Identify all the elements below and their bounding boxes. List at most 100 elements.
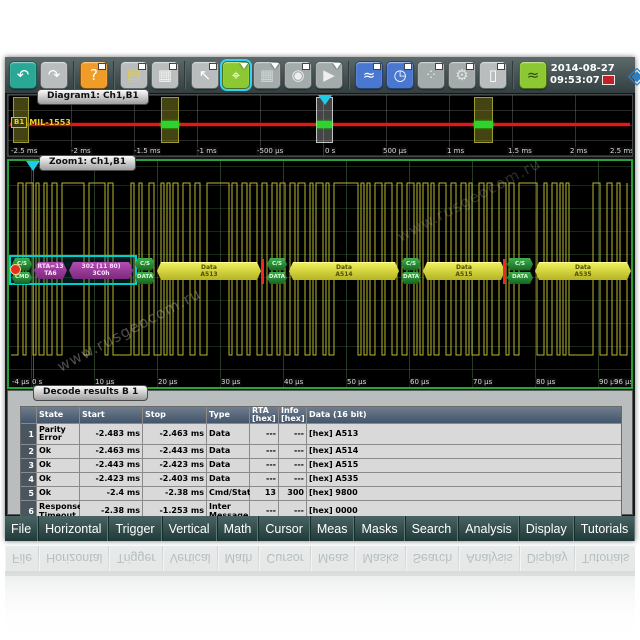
decode-word-line: A515: [455, 272, 472, 279]
layout-button-badge: [271, 63, 279, 69]
axis-tick-label: -4 µs: [11, 378, 30, 386]
fft-button-badge: [373, 63, 381, 70]
table-cell: Ok: [37, 445, 79, 458]
decode-field: C/S: [135, 258, 155, 271]
help-button-badge: [98, 63, 106, 70]
table-cell: -2.483 ms: [80, 424, 142, 444]
reflection-fade: [5, 546, 635, 640]
axis-tick-label: 1.5 ms: [507, 147, 533, 155]
help-button[interactable]: ?: [80, 61, 108, 89]
decode-word-line: TA6: [44, 271, 56, 278]
menu-item-analysis[interactable]: Analysis: [458, 516, 519, 541]
column-header-Start[interactable]: Start: [80, 407, 142, 423]
table-cell: 5: [21, 487, 36, 500]
column-header-RTA [hex][interactable]: RTA [hex]: [250, 407, 278, 423]
column-header-Info [hex][interactable]: Info [hex]: [279, 407, 306, 423]
record-indicator-icon: [602, 75, 615, 85]
decode-word-A514: DataA514: [289, 262, 399, 280]
delete-button-badge: [497, 63, 505, 70]
table-cell: -2.463 ms: [143, 424, 206, 444]
delete-button[interactable]: ▯: [479, 61, 507, 89]
undo-button[interactable]: ↶: [9, 61, 37, 89]
table-cell: 13: [250, 487, 278, 500]
menu-item-meas[interactable]: Meas: [310, 516, 355, 541]
table-cell: 300: [279, 487, 306, 500]
bus-signal-label: B1 MIL-1553: [11, 117, 71, 128]
table-cell: -2.423 ms: [80, 473, 142, 486]
column-header-Data (16 bit)[interactable]: Data (16 bit): [307, 407, 621, 423]
bus-activity-burst: [474, 121, 493, 128]
column-header-Type[interactable]: Type: [207, 407, 249, 423]
menu-item-cursor[interactable]: Cursor: [258, 516, 310, 541]
menu-item-vertical[interactable]: Vertical: [162, 516, 217, 541]
table-cell: -2.403 ms: [143, 473, 206, 486]
table-cell: ---: [250, 473, 278, 486]
decode-sync-marker: C/SDATA: [135, 258, 155, 284]
cursor-button[interactable]: ↖: [191, 61, 219, 89]
gears-button[interactable]: ⚙: [448, 61, 476, 89]
screenshot-button[interactable]: ◉: [284, 61, 312, 89]
menu-item-horizontal[interactable]: Horizontal: [38, 516, 108, 541]
table-cell: Ok: [37, 473, 79, 486]
menu-item-search[interactable]: Search: [405, 516, 459, 541]
decode-error-tick: [503, 259, 506, 284]
play-button[interactable]: ▶: [315, 61, 343, 89]
table-cell: [hex] A535: [307, 473, 621, 486]
table-cell: -2.443 ms: [143, 445, 206, 458]
users-button[interactable]: ⁘: [417, 61, 445, 89]
trigger-marker-icon[interactable]: [26, 161, 40, 171]
diagram-zoom-region[interactable]: [474, 97, 493, 143]
table-cell: ---: [250, 445, 278, 458]
column-header-Stop[interactable]: Stop: [143, 407, 206, 423]
column-header-State[interactable]: State: [37, 407, 79, 423]
table-cell: ---: [279, 473, 306, 486]
menu-item-trigger[interactable]: Trigger: [108, 516, 161, 541]
zoom1-window[interactable]: C/SCMDRTA=13TA6302 (11 80)3C0hC/SDATADat…: [7, 159, 633, 389]
signal-button[interactable]: ≈: [519, 61, 547, 89]
table-cell: Data: [207, 424, 249, 444]
menu-item-display[interactable]: Display: [519, 516, 574, 541]
decode-results-tab[interactable]: Decode results B 1: [33, 385, 148, 401]
time-text: 09:53:07: [550, 75, 615, 87]
table-cell: -2.4 ms: [80, 487, 142, 500]
decode-results-window[interactable]: StateStartStopTypeRTA [hex]Info [hex]Dat…: [7, 390, 633, 515]
reflection: FileHorizontalTriggerVerticalMathCursorM…: [5, 546, 635, 640]
decode-field: C/S: [401, 258, 421, 271]
oscilloscope-screen: ↶↷?▤▦↖⌖▦◉▶≈◷⁘⚙▯≈ 2014-08-27 09:53:07 ◈ B…: [5, 57, 635, 541]
zoom-button[interactable]: ⌖: [222, 61, 250, 89]
timer-button[interactable]: ◷: [386, 61, 414, 89]
open-file-button-badge: [138, 63, 146, 70]
toolbar-divider: [73, 61, 75, 89]
screenshot-button-badge: [302, 63, 310, 70]
diagram-zoom-region[interactable]: [161, 97, 179, 143]
timer-button-badge: [404, 63, 412, 70]
table-cell: Ok: [37, 487, 79, 500]
display-settings-button[interactable]: ▦: [151, 61, 179, 89]
gears-button-badge: [466, 63, 474, 70]
diagram1-tab[interactable]: Diagram1: Ch1,B1: [37, 89, 149, 105]
table-cell: -2.463 ms: [80, 445, 142, 458]
toolbar-divider: [184, 61, 186, 89]
table-cell: 4: [21, 473, 36, 486]
menu-item-tutorials[interactable]: Tutorials: [574, 516, 635, 541]
bus-activity-burst: [161, 121, 179, 128]
redo-button[interactable]: ↷: [40, 61, 68, 89]
decode-field: DATA: [135, 272, 155, 285]
menu-item-file[interactable]: File: [5, 516, 38, 541]
zoom1-tab[interactable]: Zoom1: Ch1,B1: [39, 155, 136, 171]
open-file-button[interactable]: ▤: [120, 61, 148, 89]
bus-badge: B1: [11, 117, 27, 128]
fft-button[interactable]: ≈: [355, 61, 383, 89]
decode-field: C/S: [507, 258, 533, 271]
menu-item-masks[interactable]: Masks: [354, 516, 404, 541]
axis-tick-label: -2.5 ms: [10, 147, 38, 155]
menu-item-math[interactable]: Math: [217, 516, 259, 541]
decode-word-line: 3C0h: [92, 271, 109, 278]
layout-button[interactable]: ▦: [253, 61, 281, 89]
table-cell: ---: [250, 459, 278, 472]
axis-tick-label: 80 µs: [535, 378, 556, 386]
axis-tick-label: 40 µs: [283, 378, 304, 386]
column-header-num[interactable]: [21, 407, 36, 423]
trigger-marker-icon[interactable]: [318, 95, 332, 105]
axis-tick-label: 1 ms: [446, 147, 465, 155]
